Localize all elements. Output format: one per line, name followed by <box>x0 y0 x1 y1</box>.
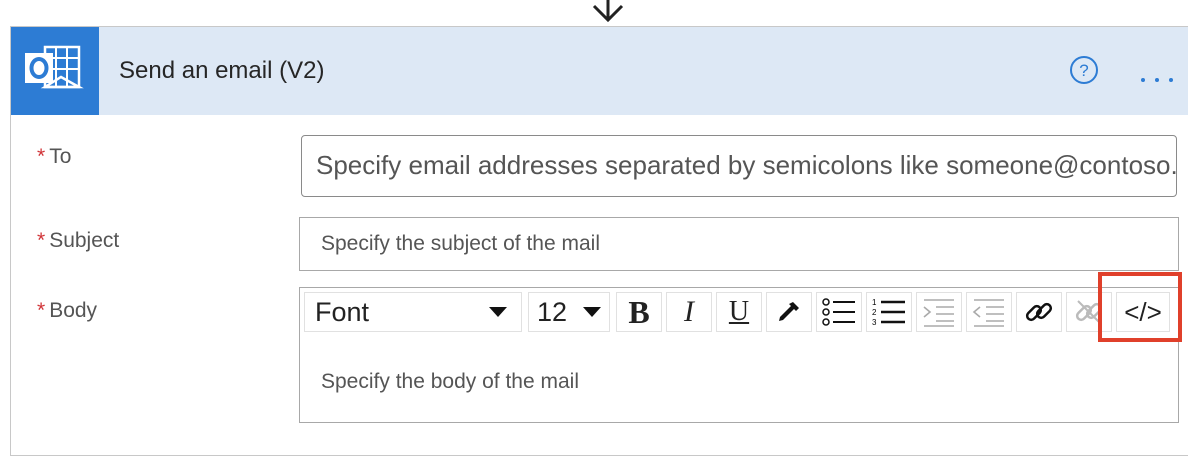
svg-text:?: ? <box>1079 61 1088 80</box>
down-arrow-icon <box>592 0 624 23</box>
outdent-icon <box>923 299 954 327</box>
send-email-action-card: Send an email (V2) ? * To Specify email a… <box>10 26 1188 456</box>
font-size-dropdown[interactable]: 12 <box>528 292 610 332</box>
svg-text:2: 2 <box>872 308 877 317</box>
body-editor[interactable]: Font 12 B I U 123 </> Specify the body o… <box>299 287 1179 423</box>
link-icon <box>1025 302 1053 322</box>
to-input[interactable]: Specify email addresses separated by sem… <box>301 135 1177 197</box>
font-dropdown[interactable]: Font <box>304 292 522 332</box>
chevron-down-icon <box>583 307 601 317</box>
subject-input[interactable]: Specify the subject of the mail <box>299 217 1179 271</box>
to-label: * To <box>37 145 72 168</box>
indent-icon <box>972 299 1004 327</box>
code-view-highlight <box>1098 272 1182 342</box>
bold-button[interactable]: B <box>616 292 662 332</box>
chevron-down-icon <box>489 307 507 317</box>
underline-button[interactable]: U <box>716 292 762 332</box>
numbered-list-icon: 123 <box>872 298 905 327</box>
more-options-icon[interactable] <box>1141 69 1188 82</box>
subject-label: * Subject <box>37 229 120 252</box>
body-placeholder: Specify the body of the mail <box>321 370 579 393</box>
italic-button[interactable]: I <box>666 292 712 332</box>
body-label: * Body <box>37 299 98 322</box>
numbered-list-button[interactable]: 123 <box>866 292 912 332</box>
decrease-indent-button[interactable] <box>916 292 962 332</box>
eyedropper-icon <box>779 302 799 321</box>
bulleted-list-icon <box>822 298 855 326</box>
increase-indent-button[interactable] <box>966 292 1012 332</box>
bulleted-list-button[interactable] <box>816 292 862 332</box>
svg-text:1: 1 <box>872 298 877 307</box>
font-color-button[interactable] <box>766 292 812 332</box>
insert-link-button[interactable] <box>1016 292 1062 332</box>
outlook-icon <box>11 27 99 115</box>
rich-text-toolbar: Font 12 B I U 123 </> <box>304 292 1174 334</box>
help-icon[interactable]: ? <box>1069 55 1099 85</box>
action-title: Send an email (V2) <box>119 57 325 84</box>
svg-text:3: 3 <box>872 318 877 327</box>
action-header[interactable]: Send an email (V2) ? <box>11 27 1188 115</box>
